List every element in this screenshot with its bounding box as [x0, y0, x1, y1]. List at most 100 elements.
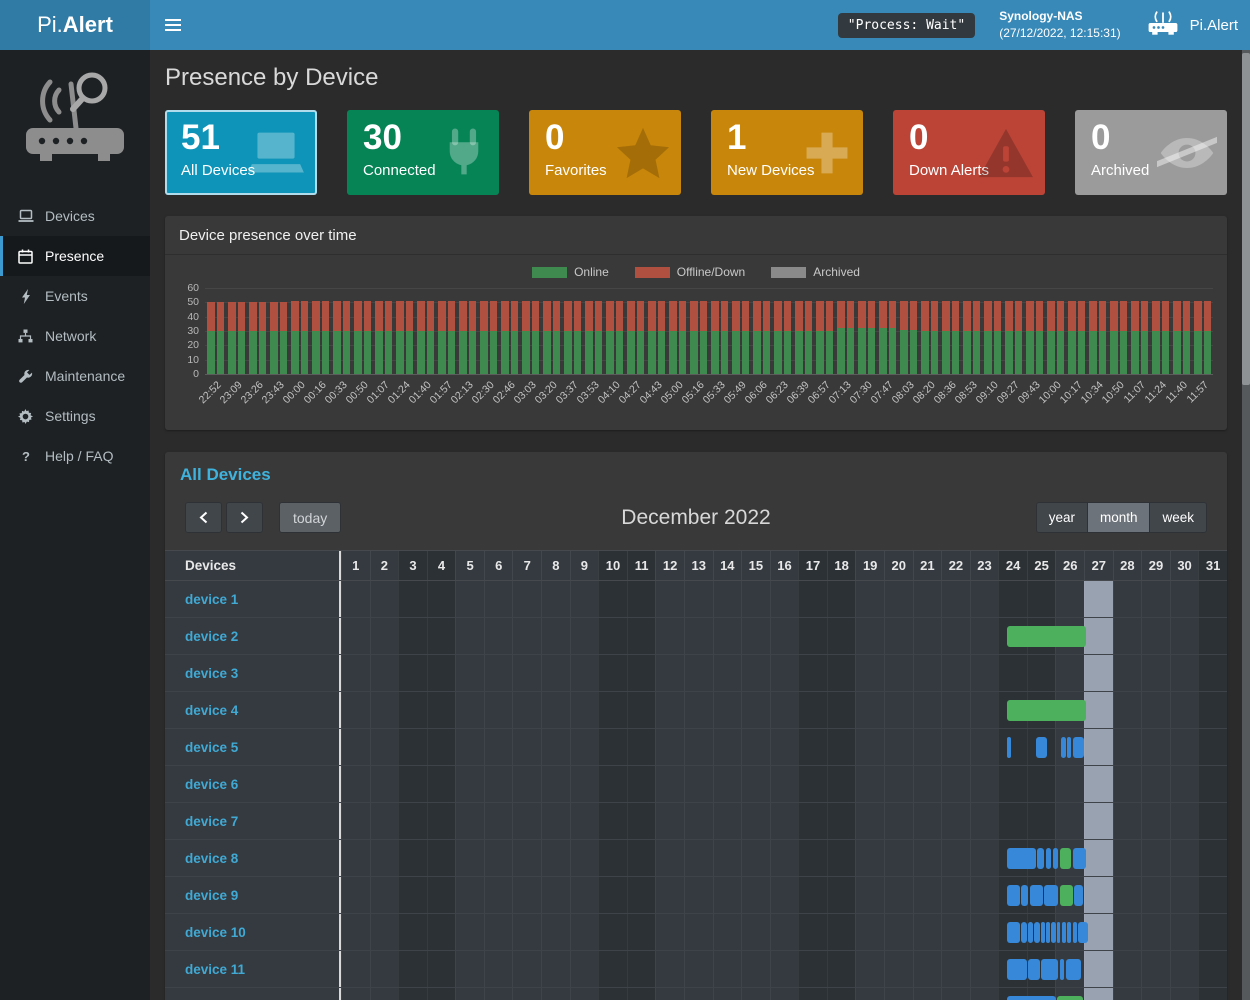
- presence-event-blue[interactable]: [1046, 848, 1052, 869]
- presence-event-blue[interactable]: [1007, 885, 1020, 906]
- day-cell: [655, 655, 684, 691]
- presence-event-green[interactable]: [1060, 848, 1071, 869]
- presence-event-blue[interactable]: [1057, 922, 1060, 943]
- device-link-device-6[interactable]: device 6: [185, 777, 238, 792]
- presence-event-blue[interactable]: [1066, 959, 1082, 980]
- calendar-view-week-button[interactable]: week: [1149, 502, 1207, 533]
- calendar-today-button[interactable]: today: [279, 502, 341, 533]
- legend-swatch: [635, 267, 670, 278]
- device-link-device-9[interactable]: device 9: [185, 888, 238, 903]
- day-cell: [484, 803, 513, 839]
- presence-event-blue[interactable]: [1007, 922, 1020, 943]
- chart-bar-group: [814, 288, 835, 374]
- process-status-badge: "Process: Wait": [838, 13, 975, 38]
- day-cell: [1141, 840, 1170, 876]
- device-link-device-8[interactable]: device 8: [185, 851, 238, 866]
- sidebar-item-devices[interactable]: Devices: [0, 196, 150, 236]
- presence-event-blue[interactable]: [1041, 959, 1058, 980]
- scrollbar-thumb[interactable]: [1242, 53, 1250, 385]
- presence-event-green[interactable]: [1060, 885, 1073, 906]
- presence-event-blue[interactable]: [1007, 848, 1036, 869]
- day-cell: [1141, 618, 1170, 654]
- presence-event-blue[interactable]: [1007, 959, 1027, 980]
- calendar-view-year-button[interactable]: year: [1036, 502, 1088, 533]
- navbar-brand-right-label: Pi.Alert: [1190, 17, 1238, 34]
- day-cell: [512, 618, 541, 654]
- day-cell: [541, 988, 570, 1000]
- x-tick-label: 05:16: [680, 379, 707, 406]
- section-title-all-devices: All Devices: [165, 452, 1227, 485]
- presence-event-blue[interactable]: [1062, 922, 1066, 943]
- device-link-device-2[interactable]: device 2: [185, 629, 238, 644]
- presence-event-blue[interactable]: [1053, 848, 1059, 869]
- info-box-favorites[interactable]: 0Favorites: [529, 110, 681, 195]
- day-cell: [827, 803, 856, 839]
- day-cell: [1084, 914, 1113, 950]
- chart-bar-group: [772, 288, 793, 374]
- sidebar-item-presence[interactable]: Presence: [0, 236, 150, 276]
- day-cell: [741, 618, 770, 654]
- presence-event-blue[interactable]: [1051, 922, 1055, 943]
- sidebar-item-settings[interactable]: Settings: [0, 396, 150, 436]
- presence-event-blue[interactable]: [1036, 737, 1047, 758]
- presence-event-blue[interactable]: [1028, 959, 1039, 980]
- presence-event-green[interactable]: [1007, 700, 1086, 721]
- day-cell: [541, 840, 570, 876]
- presence-event-blue[interactable]: [1073, 922, 1077, 943]
- info-box-new-devices[interactable]: 1New Devices: [711, 110, 863, 195]
- presence-event-green[interactable]: [1057, 996, 1083, 1000]
- day-cell: [913, 877, 942, 913]
- sidebar-item-network[interactable]: Network: [0, 316, 150, 356]
- day-cell: [512, 803, 541, 839]
- day-header-26: 26: [1055, 551, 1084, 580]
- day-cell: [998, 581, 1027, 617]
- presence-event-blue[interactable]: [1021, 922, 1027, 943]
- sidebar-item-help-faq[interactable]: ?Help / FAQ: [0, 436, 150, 476]
- calendar-next-button[interactable]: [226, 502, 263, 533]
- device-link-device-11[interactable]: device 11: [185, 962, 245, 977]
- sidebar-item-events[interactable]: Events: [0, 276, 150, 316]
- chart-bar-group: [1087, 288, 1108, 374]
- presence-event-blue[interactable]: [1030, 885, 1043, 906]
- presence-event-blue[interactable]: [1060, 959, 1064, 980]
- app-logo[interactable]: Pi.Alert: [0, 0, 150, 50]
- presence-event-green[interactable]: [1007, 626, 1086, 647]
- calendar-view-month-button[interactable]: month: [1087, 502, 1151, 533]
- day-cell: [1113, 988, 1142, 1000]
- presence-event-blue[interactable]: [1044, 885, 1058, 906]
- device-link-device-3[interactable]: device 3: [185, 666, 238, 681]
- presence-event-blue[interactable]: [1073, 848, 1086, 869]
- presence-event-blue[interactable]: [1073, 737, 1084, 758]
- presence-event-blue[interactable]: [1067, 737, 1071, 758]
- day-cell: [598, 840, 627, 876]
- chart-bar-group: [835, 288, 856, 374]
- device-link-device-10[interactable]: device 10: [185, 925, 246, 940]
- device-link-device-7[interactable]: device 7: [185, 814, 238, 829]
- device-link-device-4[interactable]: device 4: [185, 703, 238, 718]
- sidebar-item-maintenance[interactable]: Maintenance: [0, 356, 150, 396]
- presence-event-blue[interactable]: [1021, 885, 1028, 906]
- calendar-prev-button[interactable]: [185, 502, 222, 533]
- chart-bar-group: [1045, 288, 1066, 374]
- presence-event-blue[interactable]: [1041, 922, 1044, 943]
- presence-event-blue[interactable]: [1037, 848, 1044, 869]
- info-box-down-alerts[interactable]: 0Down Alerts: [893, 110, 1045, 195]
- presence-event-blue[interactable]: [1007, 996, 1056, 1000]
- presence-event-blue[interactable]: [1061, 737, 1065, 758]
- presence-event-blue[interactable]: [1046, 922, 1050, 943]
- presence-event-blue[interactable]: [1067, 922, 1071, 943]
- info-box-archived[interactable]: 0Archived: [1075, 110, 1227, 195]
- sidebar-toggle-button[interactable]: [150, 0, 196, 50]
- presence-event-blue[interactable]: [1074, 885, 1083, 906]
- vertical-scrollbar[interactable]: [1242, 50, 1250, 1000]
- day-cell: [884, 581, 913, 617]
- info-box-connected[interactable]: 30Connected: [347, 110, 499, 195]
- presence-event-blue[interactable]: [1078, 922, 1088, 943]
- info-box-all-devices[interactable]: 51All Devices: [165, 110, 317, 195]
- presence-event-blue[interactable]: [1007, 737, 1011, 758]
- device-link-device-1[interactable]: device 1: [185, 592, 238, 607]
- device-link-device-5[interactable]: device 5: [185, 740, 238, 755]
- navbar-brand-right[interactable]: Pi.Alert: [1145, 9, 1238, 41]
- presence-event-blue[interactable]: [1028, 922, 1032, 943]
- presence-event-blue[interactable]: [1034, 922, 1040, 943]
